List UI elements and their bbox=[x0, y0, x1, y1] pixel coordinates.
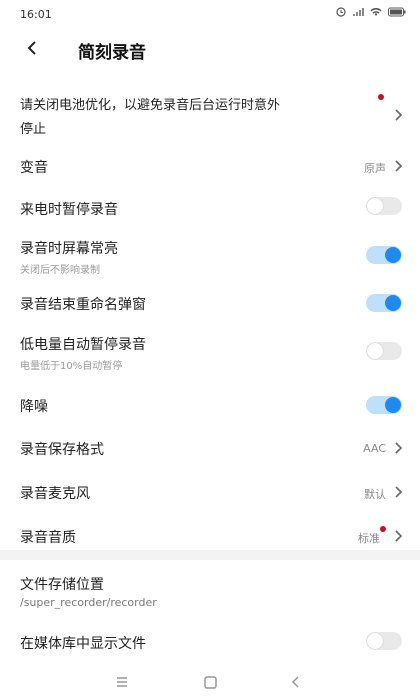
setting-screen-on: 录音时屏幕常亮 关闭后不影响录制 bbox=[0, 232, 420, 282]
toggle-knob bbox=[367, 633, 383, 649]
setting-label: 录音保存格式 bbox=[20, 442, 104, 458]
wifi-icon bbox=[370, 8, 382, 16]
menu-icon bbox=[117, 677, 127, 687]
setting-value: AAC bbox=[363, 442, 386, 455]
toggle-knob bbox=[385, 247, 401, 263]
toggle-knob bbox=[385, 295, 401, 311]
setting-value: 标准 bbox=[358, 532, 380, 545]
setting-sublabel: 关闭后不影响录制 bbox=[20, 265, 100, 276]
red-dot-badge bbox=[380, 526, 386, 532]
status-bar: 16:01 bbox=[0, 0, 420, 28]
setting-label: 录音音质 bbox=[20, 530, 76, 546]
setting-value: 原声 bbox=[364, 162, 386, 175]
rename-popup-toggle[interactable] bbox=[366, 294, 402, 312]
setting-voice-change[interactable]: 变音 原声 bbox=[0, 148, 420, 188]
screen-on-toggle[interactable] bbox=[366, 246, 402, 264]
toggle-knob bbox=[367, 198, 383, 214]
app-header: 简刻录音 bbox=[0, 28, 420, 72]
setting-label: 来电时暂停录音 bbox=[20, 202, 118, 218]
setting-label: 降噪 bbox=[20, 399, 48, 415]
setting-label: 文件存储位置 bbox=[20, 577, 104, 593]
show-in-media-toggle[interactable] bbox=[366, 632, 402, 650]
chevron-right-icon bbox=[395, 109, 403, 121]
chevron-right-icon bbox=[395, 442, 403, 454]
page-title: 简刻录音 bbox=[78, 43, 146, 63]
red-dot-badge bbox=[378, 94, 384, 100]
setting-sublabel: 电量低于10%自动暂停 bbox=[20, 361, 123, 372]
setting-label: 请关闭电池优化，以避免录音后台运行时意外 bbox=[20, 98, 281, 113]
setting-noise-reduction: 降噪 bbox=[0, 382, 420, 422]
setting-battery-optimization[interactable]: 请关闭电池优化，以避免录音后台运行时意外 停止 bbox=[0, 86, 420, 146]
setting-show-in-media: 在媒体库中显示文件 bbox=[0, 624, 420, 664]
battery-icon bbox=[388, 7, 406, 17]
setting-label-continued: 停止 bbox=[20, 122, 47, 137]
setting-label: 录音麦克风 bbox=[20, 486, 90, 502]
setting-label: 低电量自动暂停录音 bbox=[20, 337, 146, 353]
setting-value: 默认 bbox=[364, 488, 386, 501]
home-square-icon bbox=[203, 675, 217, 689]
home-button[interactable] bbox=[200, 672, 220, 692]
chevron-left-icon bbox=[27, 41, 36, 55]
setting-label: 录音时屏幕常亮 bbox=[20, 241, 118, 257]
back-triangle-icon bbox=[291, 676, 299, 688]
chevron-right-icon bbox=[395, 530, 403, 542]
setting-storage-location[interactable]: 文件存储位置 /super_recorder/recorder bbox=[0, 570, 420, 620]
low-battery-toggle[interactable] bbox=[366, 342, 402, 360]
signal-icon bbox=[353, 8, 364, 16]
alarm-icon bbox=[336, 7, 346, 17]
recents-button[interactable] bbox=[112, 672, 132, 692]
toggle-knob bbox=[385, 397, 401, 413]
setting-label: 录音结束重命名弹窗 bbox=[20, 297, 146, 313]
setting-rename-popup: 录音结束重命名弹窗 bbox=[0, 284, 420, 326]
status-time: 16:01 bbox=[20, 8, 52, 21]
noise-reduction-toggle[interactable] bbox=[366, 396, 402, 414]
toggle-knob bbox=[367, 343, 383, 359]
system-nav-bar bbox=[0, 664, 420, 700]
pause-on-call-toggle[interactable] bbox=[366, 197, 402, 215]
setting-format[interactable]: 录音保存格式 AAC bbox=[0, 428, 420, 468]
setting-pause-on-call: 来电时暂停录音 bbox=[0, 190, 420, 230]
setting-label: 变音 bbox=[20, 160, 48, 176]
section-divider bbox=[0, 550, 420, 560]
setting-low-battery: 低电量自动暂停录音 电量低于10%自动暂停 bbox=[0, 328, 420, 378]
back-button[interactable] bbox=[18, 34, 46, 62]
setting-microphone[interactable]: 录音麦克风 默认 bbox=[0, 472, 420, 512]
storage-path: /super_recorder/recorder bbox=[20, 596, 157, 609]
status-icons bbox=[336, 7, 406, 17]
chevron-right-icon bbox=[395, 160, 403, 172]
setting-label: 在媒体库中显示文件 bbox=[20, 636, 146, 652]
chevron-right-icon bbox=[395, 486, 403, 498]
back-nav-button[interactable] bbox=[286, 672, 306, 692]
